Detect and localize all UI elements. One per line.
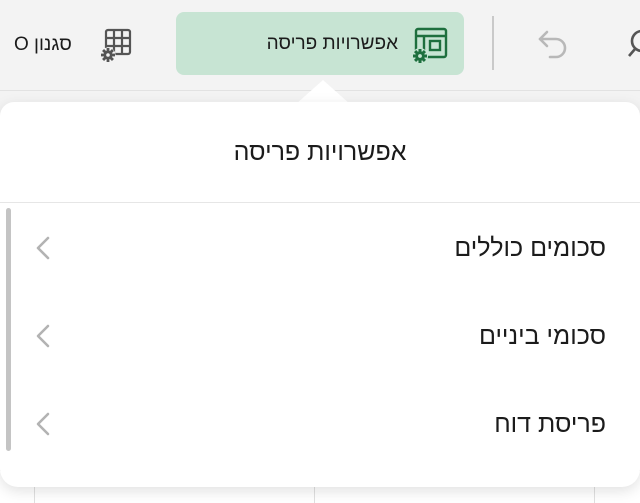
chevron-left-icon [36, 412, 50, 436]
layout-options-button[interactable]: אפשרויות פריסה [176, 12, 464, 75]
chevron-left-icon [36, 236, 50, 260]
menu-item-subtotals[interactable]: סכומי ביניים [0, 292, 640, 380]
menu-item-label: פריסת דוח [494, 409, 606, 438]
popover-title: אפשרויות פריסה [0, 102, 640, 203]
ribbon-toolbar: סגנון O אפשרויות פריסה [0, 0, 640, 91]
popover-arrow [296, 80, 350, 104]
layout-settings-icon [412, 27, 448, 64]
table-settings-icon [100, 28, 131, 63]
popover-scrollbar[interactable] [6, 208, 11, 451]
undo-icon[interactable] [530, 22, 574, 66]
pivot-style-button[interactable]: סגנון O [14, 22, 136, 68]
toolbar-divider [492, 16, 494, 70]
chevron-left-icon [36, 324, 50, 348]
menu-item-label: סכומים כוללים [454, 233, 606, 262]
menu-item-report-layout[interactable]: פריסת דוח [0, 380, 640, 468]
pivot-style-label: סגנון O [14, 34, 72, 55]
menu-item-grand-totals[interactable]: סכומים כוללים [0, 204, 640, 292]
menu-item-label: סכומי ביניים [478, 321, 606, 350]
search-icon[interactable] [620, 22, 640, 66]
layout-options-label: אפשרויות פריסה [266, 32, 398, 54]
layout-options-popover: אפשרויות פריסה סכומים כוללים סכומי ביניי… [0, 102, 640, 487]
